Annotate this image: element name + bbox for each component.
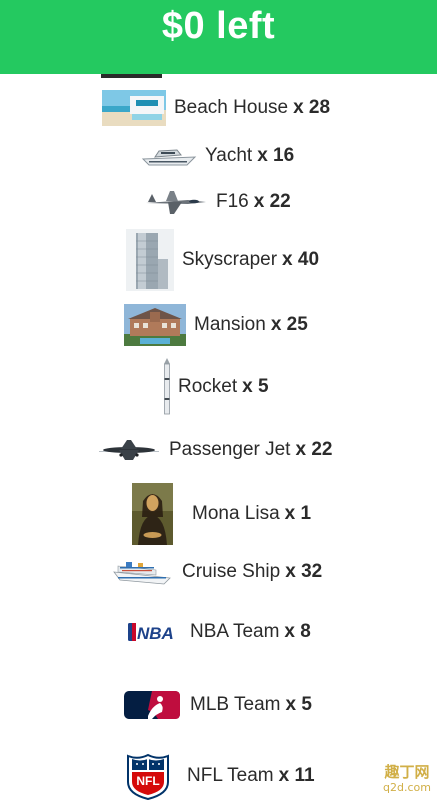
cut-off-item-image (101, 74, 162, 78)
watermark-line-1: 趣丁网 (384, 763, 430, 781)
list-item-f16: F16 x 22 (144, 186, 291, 218)
mansion-photo-icon (124, 304, 186, 346)
yacht-photo-icon (141, 143, 197, 169)
item-quantity: x 32 (285, 561, 323, 582)
item-quantity: x 5 (242, 376, 269, 397)
watermark-line-2: q2d.com (383, 781, 431, 794)
list-item-mona-lisa: Mona Lisa x 1 (132, 483, 311, 545)
list-item-mansion: Mansion x 25 (124, 304, 308, 346)
item-name: NBA Team (190, 621, 280, 642)
money-left-title: $0 left (161, 4, 276, 47)
nfl-logo-icon: NFL (124, 752, 172, 800)
item-name: F16 (216, 191, 249, 212)
item-name: MLB Team (190, 694, 281, 715)
item-name: Rocket (178, 376, 238, 397)
item-name: Mansion (194, 314, 266, 335)
item-quantity: x 11 (278, 765, 315, 786)
list-item-yacht: Yacht x 16 (141, 143, 294, 169)
item-name: Beach House (174, 97, 289, 118)
nba-logo-icon: NBA (127, 620, 175, 644)
mona-lisa-painting-icon (132, 483, 173, 545)
rocket-photo-icon (163, 358, 171, 416)
item-quantity: x 5 (285, 694, 312, 715)
item-quantity: x 22 (253, 191, 291, 212)
list-item-skyscraper: Skyscraper x 40 (126, 229, 319, 291)
beach-house-photo-icon (102, 90, 166, 126)
f16-jet-photo-icon (144, 186, 208, 218)
svg-text:NFL: NFL (136, 774, 159, 788)
list-item-nba-team: NBA NBA Team x 8 (127, 620, 311, 644)
list-item-beach-house: Beach House x 28 (102, 90, 330, 126)
item-quantity: x 1 (284, 503, 312, 524)
list-item-cruise-ship: Cruise Ship x 32 (112, 556, 322, 588)
header-bar: $0 left (0, 0, 437, 74)
item-name: Yacht (205, 145, 253, 166)
list-item-rocket: Rocket x 5 (163, 358, 269, 416)
list-item-passenger-jet: Passenger Jet x 22 (99, 436, 332, 464)
site-watermark-logo: 趣丁网 q2d.com (383, 763, 431, 795)
item-name: NFL Team (187, 765, 274, 786)
item-quantity: x 8 (284, 621, 311, 642)
item-quantity: x 22 (295, 439, 333, 460)
item-quantity: x 25 (270, 314, 308, 335)
item-name: Cruise Ship (182, 561, 281, 582)
skyscraper-photo-icon (126, 229, 174, 291)
list-item-mlb-team: MLB Team x 5 (124, 690, 312, 720)
svg-text:NBA: NBA (137, 624, 174, 643)
cruise-ship-photo-icon (112, 556, 172, 588)
item-quantity: x 16 (257, 145, 295, 166)
item-name: Mona Lisa (192, 503, 280, 524)
item-name: Passenger Jet (169, 439, 291, 460)
list-item-nfl-team: NFL NFL Team x 11 (124, 752, 315, 800)
item-name: Skyscraper (182, 249, 278, 270)
item-quantity: x 40 (282, 249, 320, 270)
mlb-logo-icon (124, 690, 180, 720)
passenger-jet-photo-icon (99, 436, 159, 464)
item-quantity: x 28 (293, 97, 331, 118)
